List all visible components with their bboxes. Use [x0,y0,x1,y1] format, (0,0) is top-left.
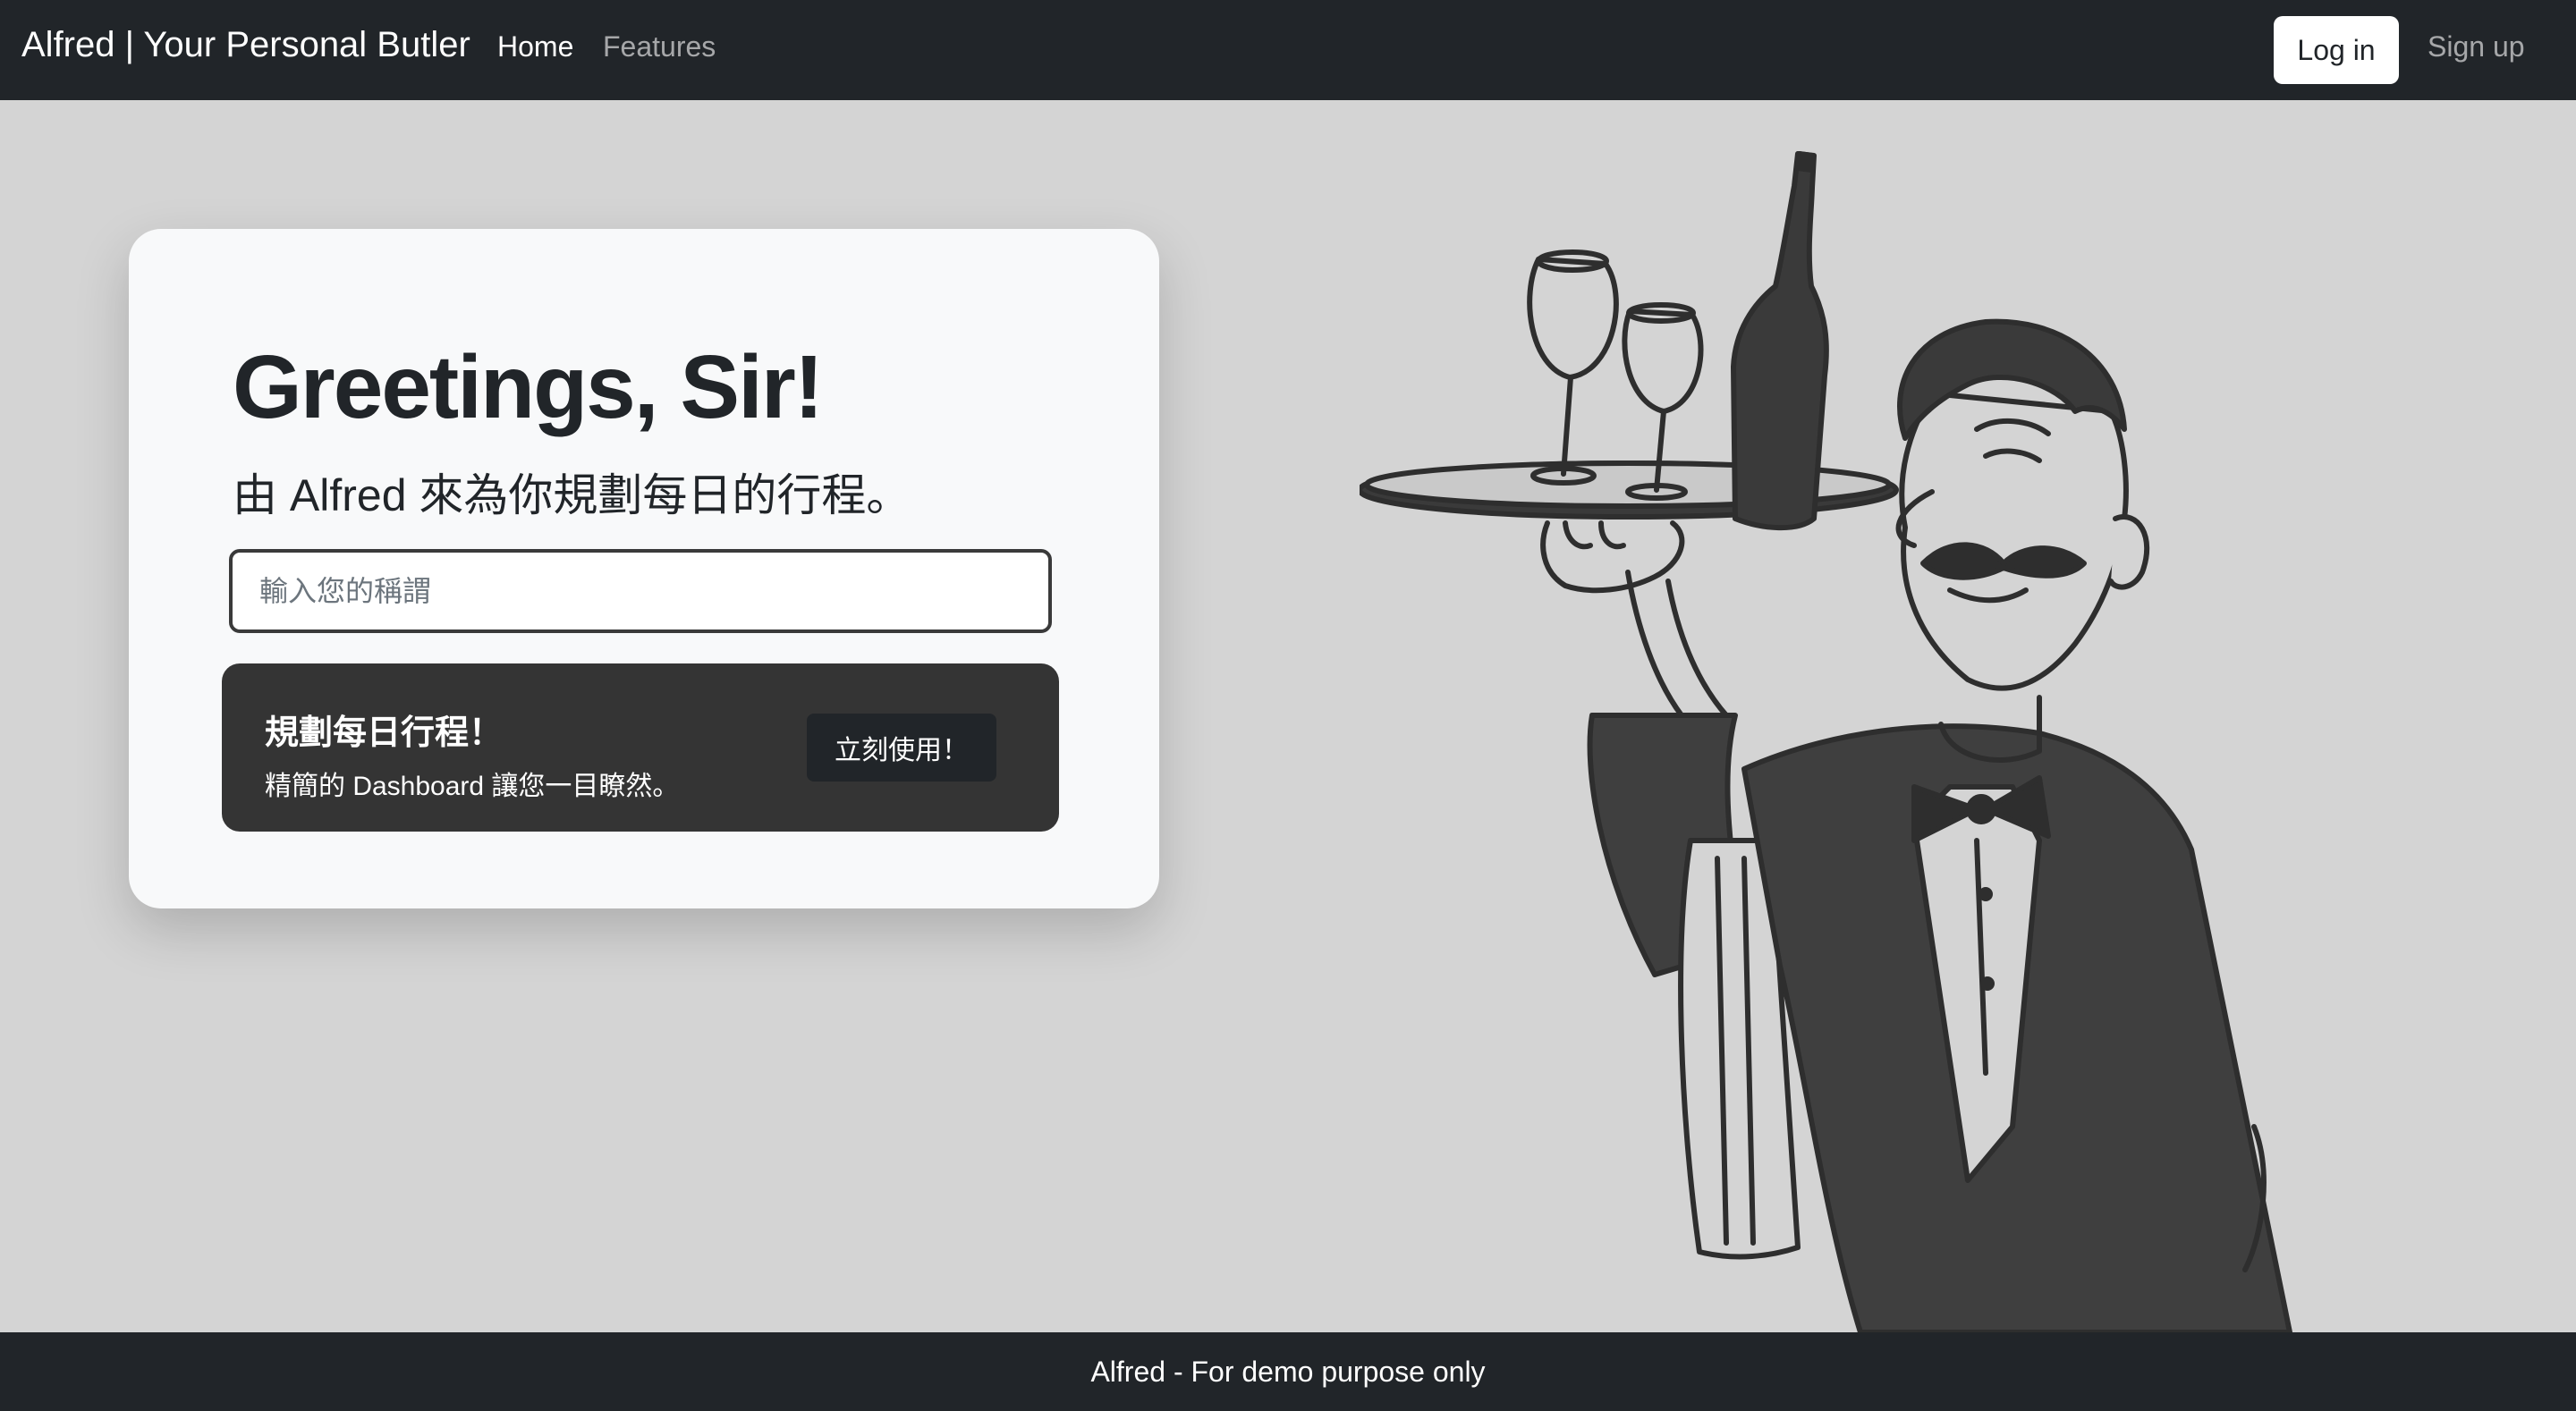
nav-link-home[interactable]: Home [497,30,573,63]
page-subtitle: 由 Alfred 來為你規劃每日的行程。 [233,470,911,520]
promo-title: 規劃每日行程！ [265,714,504,752]
start-now-button[interactable]: 立刻使用！ [807,714,996,782]
login-button[interactable]: Log in [2274,16,2399,84]
promo-box: 規劃每日行程！ 精簡的 Dashboard 讓您一目瞭然。 立刻使用！ [222,663,1059,832]
brand-link[interactable]: Alfred | Your Personal Butler [21,25,470,65]
nav-link-features[interactable]: Features [603,30,716,63]
footer-text: Alfred - For demo purpose only [1090,1355,1486,1388]
page-footer: Alfred - For demo purpose only [0,1332,2576,1411]
name-input[interactable] [229,549,1052,633]
greeting-card: Greetings, Sir! 由 Alfred 來為你規劃每日的行程。 規劃每… [129,229,1159,908]
top-navbar: Alfred | Your Personal Butler Home Featu… [0,0,2576,100]
signup-button[interactable]: Sign up [2428,30,2525,63]
promo-description: 精簡的 Dashboard 讓您一目瞭然。 [265,772,680,801]
butler-illustration-icon [1360,151,2292,1332]
page-title: Greetings, Sir! [233,337,824,437]
